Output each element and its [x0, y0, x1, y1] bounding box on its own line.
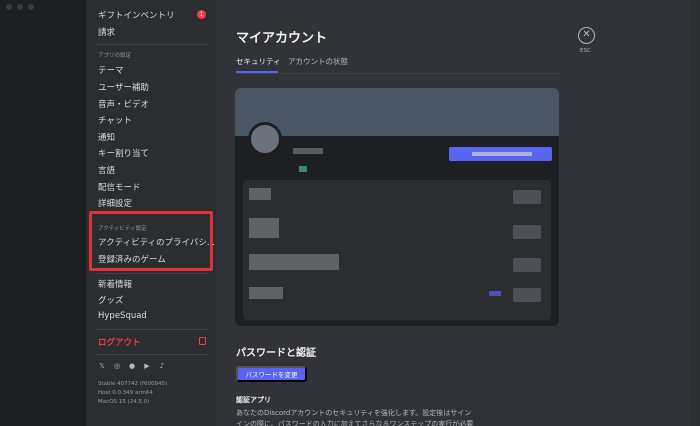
instagram-icon[interactable]: ◎ — [113, 362, 121, 370]
divider — [96, 329, 208, 330]
active-tab-indicator — [236, 71, 278, 73]
redacted-field-label — [249, 218, 279, 238]
password-auth-title: パスワードと認証 — [236, 348, 316, 359]
sidebar-item-billing[interactable]: 請求 — [98, 26, 115, 38]
profile-banner — [235, 88, 559, 136]
facebook-icon[interactable]: ● — [128, 362, 136, 370]
avatar[interactable] — [248, 122, 282, 156]
redacted-field-label — [249, 287, 283, 299]
x-icon[interactable]: 𝕏 — [98, 362, 106, 370]
sidebar-item-language[interactable]: 言語 — [98, 164, 115, 176]
redacted-indicator — [489, 291, 501, 296]
redacted-field-value — [249, 254, 339, 270]
redacted-button-label — [472, 152, 532, 156]
sidebar-item-merch[interactable]: グッズ — [98, 294, 124, 306]
edit-field-button[interactable] — [513, 288, 541, 302]
version-line: Stable 407742 (f600845) — [98, 381, 168, 387]
status-icon — [299, 166, 307, 172]
logout-icon — [199, 337, 206, 345]
sidebar-item-voice-video[interactable]: 音声・ビデオ — [98, 98, 149, 110]
sidebar-item-theme[interactable]: テーマ — [98, 64, 124, 76]
sidebar-item-advanced[interactable]: 詳細設定 — [98, 197, 132, 209]
sidebar-item-whats-new[interactable]: 新着情報 — [98, 278, 132, 290]
close-window-icon[interactable] — [6, 4, 12, 10]
sidebar-item-chat[interactable]: チャット — [98, 114, 132, 126]
auth-app-description: あなたのDiscordアカウントのセキュリティを強化します。設定後はサインインの… — [236, 409, 474, 426]
logout-button[interactable]: ログアウト — [98, 336, 141, 348]
window-controls[interactable] — [6, 4, 34, 10]
sidebar-item-hypesquad[interactable]: HypeSquad — [98, 311, 147, 321]
divider — [96, 44, 208, 45]
tab-divider — [236, 73, 559, 74]
social-links: 𝕏 ◎ ● ▶ ♪ — [98, 362, 166, 370]
divider — [96, 273, 208, 274]
edit-field-button[interactable] — [513, 258, 541, 272]
sidebar-item-streamer-mode[interactable]: 配信モード — [98, 181, 141, 193]
edit-field-button[interactable] — [513, 225, 541, 239]
auth-app-title: 認証アプリ — [236, 396, 271, 404]
account-details-panel — [243, 180, 551, 320]
tab-security[interactable]: セキュリティ — [236, 56, 281, 67]
page-title: マイアカウント — [236, 31, 328, 46]
version-line: MacOS 15 (24.5.0) — [98, 399, 150, 405]
redacted-field-label — [249, 188, 271, 200]
scrollbar[interactable] — [690, 0, 700, 426]
version-line: Host 0.0.349 arm64 — [98, 390, 153, 396]
annotation-highlight-box — [89, 211, 213, 271]
esc-label: ESC — [580, 48, 591, 54]
zoom-window-icon[interactable] — [28, 4, 34, 10]
server-rail — [0, 0, 86, 426]
youtube-icon[interactable]: ▶ — [143, 362, 151, 370]
edit-field-button[interactable] — [513, 190, 541, 204]
tiktok-icon[interactable]: ♪ — [158, 362, 166, 370]
sidebar-item-notifications[interactable]: 通知 — [98, 131, 115, 143]
minimize-window-icon[interactable] — [17, 4, 23, 10]
redacted-username — [293, 148, 323, 154]
profile-card — [235, 88, 559, 326]
tab-account-status[interactable]: アカウントの状態 — [288, 56, 348, 67]
notification-badge: 1 — [197, 10, 206, 19]
sidebar-item-accessibility[interactable]: ユーザー補助 — [98, 81, 149, 93]
settings-content: マイアカウント セキュリティ アカウントの状態 ✕ ESC パスワードと認証 パ… — [216, 0, 700, 426]
close-icon[interactable]: ✕ — [578, 27, 595, 44]
sidebar-item-keybinds[interactable]: キー割り当て — [98, 147, 149, 159]
change-password-button[interactable]: パスワードを変更 — [236, 366, 307, 382]
divider — [96, 354, 208, 355]
sidebar-item-gift-inventory[interactable]: ギフトインベントリ — [98, 9, 175, 21]
section-header-app-settings: アプリの設定 — [98, 53, 132, 59]
